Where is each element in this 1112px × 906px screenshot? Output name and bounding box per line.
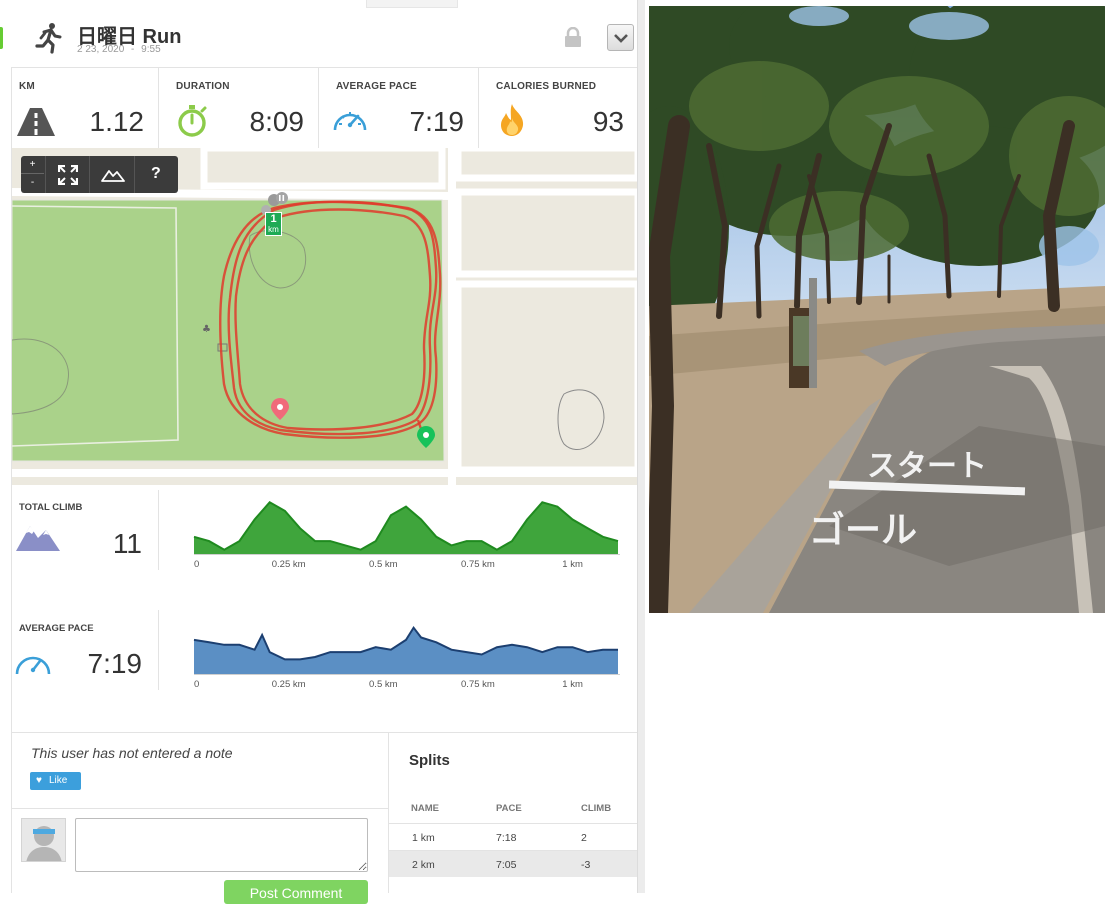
split-name: 1 km <box>412 832 435 844</box>
stat-duration-value: 8:09 <box>249 106 305 137</box>
like-button[interactable]: ♥ Like <box>30 772 81 790</box>
stat-calories: CALORIES BURNED 93 <box>479 68 638 148</box>
activity-photo[interactable]: スタート ゴール <box>649 6 1105 613</box>
stat-duration-label: DURATION <box>176 81 230 92</box>
pace-chart-value: 7:19 <box>87 648 143 679</box>
help-icon: ? <box>151 165 161 182</box>
panel-border <box>11 68 12 893</box>
panel-scroll-edge <box>637 0 645 893</box>
help-button[interactable]: ? <box>134 156 178 193</box>
table-row: 1 km 7:18 2 <box>389 823 639 850</box>
pace-x-tick-label: 0 <box>194 679 199 690</box>
stopwatch-icon <box>178 105 207 137</box>
road-text-goal: ゴール <box>809 509 917 551</box>
splits-header-climb: CLIMB <box>581 803 612 814</box>
climb-label: TOTAL CLIMB <box>19 502 83 513</box>
split-name: 2 km <box>412 859 435 871</box>
stat-distance: KM 1.12 <box>12 68 159 148</box>
stat-pace-label: AVERAGE PACE <box>336 81 417 92</box>
map-canvas: ♣ <box>12 148 638 485</box>
stat-calories-label: CALORIES BURNED <box>496 81 597 92</box>
pace-x-tick-label: 1 km <box>562 679 583 690</box>
runner-icon <box>35 23 62 54</box>
terrain-button[interactable] <box>89 156 134 193</box>
stat-pace-value: 7:19 <box>409 106 465 137</box>
comment-input[interactable] <box>75 818 368 872</box>
lock-icon[interactable] <box>564 27 582 47</box>
zoom-controls: + - <box>21 156 45 193</box>
pace-chart-label: AVERAGE PACE <box>19 623 94 634</box>
activity-date: 2 23, 2020 <box>77 44 125 55</box>
post-comment-button[interactable]: Post Comment <box>224 880 368 904</box>
stat-distance-label: KM <box>19 81 35 92</box>
chevron-down-icon <box>614 34 628 43</box>
table-row: 2 km 7:05 -3 <box>389 850 639 877</box>
road-icon <box>17 108 55 136</box>
km-marker[interactable]: 1 km <box>265 212 282 236</box>
heart-icon: ♥ <box>36 775 42 786</box>
climb-value: 11 <box>112 528 142 559</box>
user-avatar-icon <box>26 826 62 861</box>
stat-calories-value: 93 <box>592 106 624 137</box>
activity-panel: 日曜日 Run 2 23, 2020 - 9:55 KM 1.12 DURATI… <box>0 0 645 904</box>
splits-panel: Splits NAME PACE CLIMB 1 km 7:18 2 2 km … <box>388 733 639 893</box>
stat-duration: DURATION 8:09 <box>159 68 319 148</box>
climb-area <box>194 502 618 554</box>
climb-chart: 0 0.25 km 0.5 km 0.75 km 1 km <box>193 501 620 570</box>
speedometer-icon <box>333 112 367 131</box>
mountain-icon <box>101 170 125 182</box>
activity-datetime: 2 23, 2020 - 9:55 <box>77 44 161 55</box>
split-climb: 2 <box>581 832 587 844</box>
splits-title: Splits <box>409 752 450 769</box>
note-text: This user has not entered a note <box>31 745 233 761</box>
splits-header-pace: PACE <box>496 803 522 814</box>
like-label: Like <box>49 775 68 786</box>
datetime-separator: - <box>131 44 135 55</box>
activity-time: 9:55 <box>141 44 161 55</box>
zoom-out-button[interactable]: - <box>21 175 44 192</box>
climb-x-tick-label: 0.25 km <box>272 559 306 570</box>
map-controls: + - ? <box>21 156 178 193</box>
climb-section: TOTAL CLIMB 11 0 0.25 km 0.5 km 0.75 km 1 km <box>12 490 638 580</box>
pace-x-tick-label: 0.5 km <box>369 679 398 690</box>
pace-x-tick-label: 0.75 km <box>461 679 495 690</box>
top-tab-strip <box>366 0 458 8</box>
climb-summary: TOTAL CLIMB 11 <box>12 490 159 570</box>
zoom-in-button[interactable]: + <box>21 157 44 174</box>
note-divider <box>11 808 389 809</box>
svg-text:♣: ♣ <box>202 324 211 335</box>
speedometer-icon <box>15 656 51 675</box>
park-path-image: スタート ゴール <box>649 6 1105 613</box>
pace-chart: 0 0.25 km 0.5 km 0.75 km 1 km <box>193 625 620 690</box>
route-map[interactable]: ♣ 1 km <box>12 148 638 485</box>
climb-x-tick-label: 0.75 km <box>461 559 495 570</box>
split-pace: 7:05 <box>496 859 517 871</box>
split-climb: -3 <box>581 859 591 871</box>
fullscreen-button[interactable] <box>45 156 89 193</box>
mountain-icon <box>16 526 60 551</box>
climb-x-tick-label: 0 <box>194 559 199 570</box>
active-indicator <box>0 27 3 49</box>
climb-x-tick-label: 0.5 km <box>369 559 398 570</box>
flame-icon <box>501 104 524 136</box>
pace-x-tick-label: 0.25 km <box>272 679 306 690</box>
climb-x-tick-label: 1 km <box>562 559 583 570</box>
pace-area <box>194 627 618 674</box>
pace-section: AVERAGE PACE 7:19 0 0.25 km 0.5 km 0.75 km 1… <box>12 610 638 700</box>
stat-pace: AVERAGE PACE 7:19 <box>319 68 479 148</box>
splits-header-name: NAME <box>411 803 439 814</box>
split-pace: 7:18 <box>496 832 517 844</box>
km-marker-number: 1 <box>270 213 277 225</box>
avatar <box>21 818 66 862</box>
stat-distance-value: 1.12 <box>89 106 145 137</box>
fullscreen-icon <box>58 165 78 185</box>
activity-menu-button[interactable] <box>607 24 634 51</box>
road-text-start: スタート <box>867 449 987 484</box>
pace-summary: AVERAGE PACE 7:19 <box>12 610 159 690</box>
km-marker-unit: km <box>268 225 279 234</box>
